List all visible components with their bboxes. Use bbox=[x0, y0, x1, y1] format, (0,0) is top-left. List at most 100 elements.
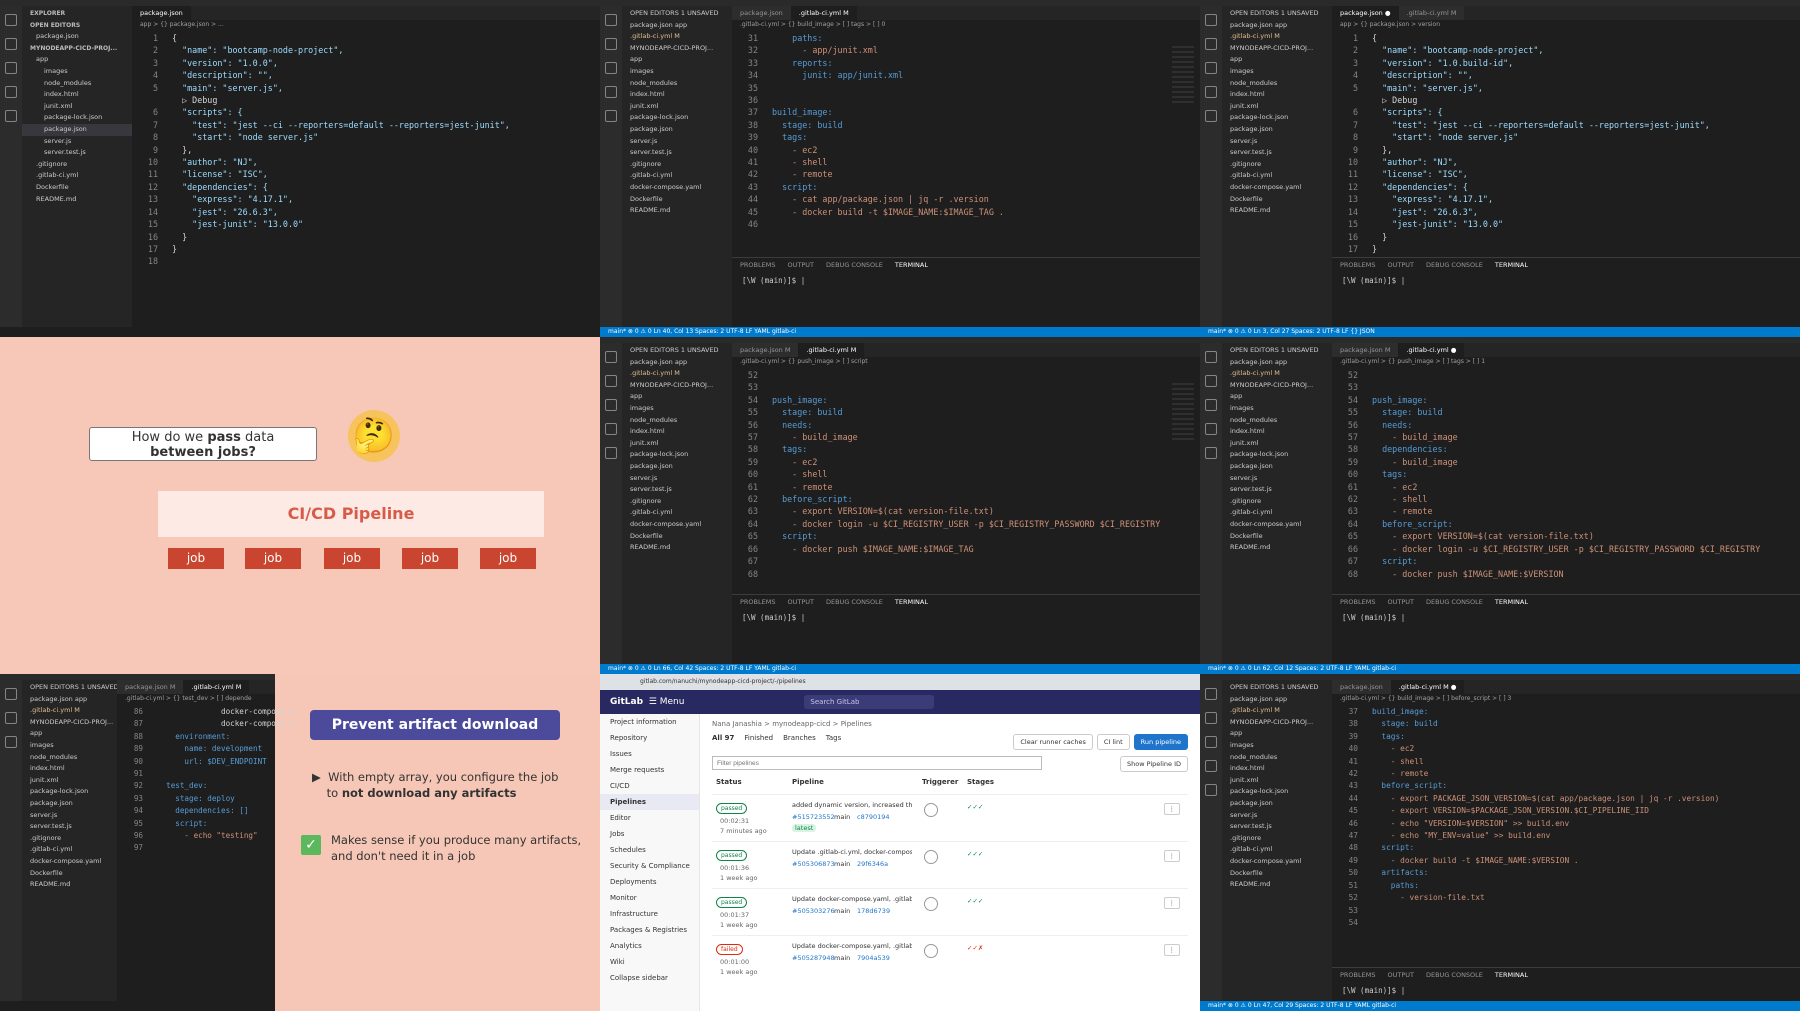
sidebar-item[interactable]: app bbox=[622, 391, 732, 403]
search-icon[interactable] bbox=[5, 38, 17, 50]
sidebar-item[interactable]: package.json app bbox=[622, 357, 732, 369]
sidebar-item[interactable]: package.json bbox=[622, 461, 732, 473]
tab-gitlab-ci[interactable]: .gitlab-ci.yml M bbox=[790, 6, 857, 20]
sidebar-item[interactable]: server.test.js bbox=[622, 147, 732, 159]
code-line[interactable]: 9 }, bbox=[1332, 144, 1800, 156]
tree-item[interactable]: images bbox=[22, 66, 132, 78]
tree-item[interactable]: Dockerfile bbox=[22, 182, 132, 194]
sidebar-item[interactable]: server.js bbox=[22, 810, 117, 822]
tree-item[interactable]: server.js bbox=[22, 136, 132, 148]
sidebar-item[interactable]: Dockerfile bbox=[622, 194, 732, 206]
sidebar-item[interactable]: Repository bbox=[600, 730, 699, 746]
sidebar-item[interactable]: Schedules bbox=[600, 842, 699, 858]
project-folder[interactable]: MYNODEAPP-CICD-PROJ... bbox=[22, 43, 132, 55]
sidebar-item[interactable]: Dockerfile bbox=[1222, 531, 1332, 543]
sidebar-item[interactable]: junit.xml bbox=[22, 775, 117, 787]
code-line[interactable]: 65 - export VERSION=$(cat version-file.t… bbox=[1332, 530, 1800, 542]
sidebar-item[interactable]: .gitignore bbox=[1222, 159, 1332, 171]
code-line[interactable]: 44 - export PACKAGE_JSON_VERSION=$(cat a… bbox=[1332, 793, 1800, 805]
tab-problems[interactable]: PROBLEMS bbox=[1340, 971, 1375, 979]
sidebar-item[interactable]: package.json bbox=[1222, 124, 1332, 136]
pipeline-row[interactable]: failed 00:01:00 1 week ago Update docker-co… bbox=[712, 935, 1188, 982]
sidebar-item[interactable]: .gitlab-ci.yml bbox=[22, 844, 117, 856]
sidebar-item[interactable]: app bbox=[22, 728, 117, 740]
code-area[interactable]: 31 paths: 32 - app/junit.xml 33 reports: 34… bbox=[732, 30, 1200, 231]
sidebar-item[interactable]: images bbox=[622, 66, 732, 78]
sidebar-item[interactable]: server.js bbox=[1222, 473, 1332, 485]
tab-package-json[interactable]: package.json bbox=[132, 6, 191, 20]
tab-gitlab-ci[interactable]: .gitlab-ci.yml M bbox=[1398, 6, 1465, 20]
tree-item[interactable]: index.html bbox=[22, 89, 132, 101]
code-line[interactable]: 64 - docker login -u $CI_REGISTRY_USER -… bbox=[732, 518, 1200, 530]
branch-name[interactable]: main bbox=[834, 813, 850, 821]
code-line[interactable]: 56 needs: bbox=[1332, 419, 1800, 431]
sidebar-item[interactable]: node_modules bbox=[1222, 78, 1332, 90]
tab-debug-console[interactable]: DEBUG CONSOLE bbox=[826, 598, 883, 606]
code-line[interactable]: 18 bbox=[132, 255, 600, 267]
code-line[interactable]: 46 - echo "VERSION=$VERSION" >> build.en… bbox=[1332, 818, 1800, 830]
sidebar-item[interactable]: README.md bbox=[1222, 205, 1332, 217]
code-line[interactable]: 53 bbox=[1332, 905, 1800, 917]
code-line[interactable]: 5 "main": "server.js", bbox=[132, 82, 600, 94]
sidebar-item[interactable]: docker-compose.yaml bbox=[22, 856, 117, 868]
code-line[interactable]: 14 "jest": "26.6.3", bbox=[1332, 206, 1800, 218]
tree-item[interactable]: README.md bbox=[22, 194, 132, 206]
sidebar-item[interactable]: package.json bbox=[1222, 798, 1332, 810]
status-badge[interactable]: passed bbox=[716, 897, 748, 908]
code-line[interactable]: 34 junit: app/junit.xml bbox=[732, 69, 1200, 81]
sidebar-item[interactable]: Dockerfile bbox=[22, 868, 117, 880]
code-line[interactable]: 2 "name": "bootcamp-node-project", bbox=[132, 44, 600, 56]
code-line[interactable]: 55 stage: build bbox=[732, 406, 1200, 418]
tree-item[interactable]: junit.xml bbox=[22, 101, 132, 113]
code-line[interactable]: 45 - docker build -t $IMAGE_NAME:$IMAGE_… bbox=[732, 206, 1200, 218]
code-line[interactable]: 8 "start": "node server.js" bbox=[1332, 131, 1800, 143]
sidebar-item[interactable]: .gitlab-ci.yml M bbox=[22, 705, 117, 717]
code-line[interactable]: 5 "main": "server.js", bbox=[1332, 82, 1800, 94]
sidebar-item[interactable]: node_modules bbox=[622, 78, 732, 90]
code-line[interactable]: 36 bbox=[732, 94, 1200, 106]
code-line[interactable]: 3 "version": "1.0.build-id", bbox=[1332, 57, 1800, 69]
extensions-icon[interactable] bbox=[1205, 110, 1217, 122]
search-input[interactable]: Search GitLab bbox=[804, 694, 935, 709]
extensions-icon[interactable] bbox=[605, 447, 617, 459]
more-actions-icon[interactable]: ⋮ bbox=[1163, 897, 1180, 909]
pipeline-row[interactable]: passed 00:02:31 7 minutes ago added dynamic… bbox=[712, 794, 1188, 841]
commit-sha[interactable]: 7904a539 bbox=[857, 954, 890, 962]
tab-output[interactable]: OUTPUT bbox=[787, 598, 814, 606]
commit-title[interactable]: Update .gitlab-ci.yml, docker-compose.ya… bbox=[792, 848, 912, 856]
code-line[interactable]: 14 "jest": "26.6.3", bbox=[132, 206, 600, 218]
commit-title[interactable]: Update docker-compose.yaml, .gitlab-ci.y… bbox=[792, 895, 912, 903]
commit-title[interactable]: added dynamic version, increased the pat… bbox=[792, 801, 912, 809]
source-control-icon[interactable] bbox=[1205, 62, 1217, 74]
code-line[interactable]: 65 script: bbox=[732, 530, 1200, 542]
triggerer-avatar[interactable] bbox=[924, 850, 938, 864]
files-icon[interactable] bbox=[1205, 351, 1217, 363]
code-line[interactable]: 17} bbox=[132, 243, 600, 255]
sidebar-item[interactable]: Monitor bbox=[600, 890, 699, 906]
sidebar-item[interactable]: index.html bbox=[1222, 426, 1332, 438]
code-area[interactable]: 86 docker-compose d 87 docker-compose u 88… bbox=[117, 704, 294, 855]
code-line[interactable]: 52 bbox=[1332, 369, 1800, 381]
sidebar-item[interactable]: junit.xml bbox=[622, 101, 732, 113]
sidebar-item[interactable]: junit.xml bbox=[1222, 438, 1332, 450]
code-line[interactable]: 11 "license": "ISC", bbox=[1332, 168, 1800, 180]
sidebar-item[interactable]: index.html bbox=[1222, 763, 1332, 775]
code-line[interactable]: 43 script: bbox=[732, 181, 1200, 193]
tab-package-json[interactable]: package.json M bbox=[732, 343, 799, 357]
sidebar-item[interactable]: README.md bbox=[622, 542, 732, 554]
code-line[interactable]: 53 bbox=[1332, 381, 1800, 393]
code-line[interactable]: 54 push_image: bbox=[1332, 394, 1800, 406]
triggerer-avatar[interactable] bbox=[924, 944, 938, 958]
tree-item[interactable]: package-lock.json bbox=[22, 112, 132, 124]
code-line[interactable]: 13 "express": "4.17.1", bbox=[1332, 193, 1800, 205]
sidebar-item[interactable]: .gitlab-ci.yml bbox=[1222, 844, 1332, 856]
code-line[interactable]: 38 stage: build bbox=[732, 119, 1200, 131]
files-icon[interactable] bbox=[605, 14, 617, 26]
sidebar-item[interactable]: Collapse sidebar bbox=[600, 970, 699, 986]
commit-sha[interactable]: 29f6346a bbox=[857, 860, 888, 868]
tab-debug-console[interactable]: DEBUG CONSOLE bbox=[826, 261, 883, 269]
sidebar-item[interactable]: .gitlab-ci.yml M bbox=[1222, 31, 1332, 43]
commit-title[interactable]: Update docker-compose.yaml, .gitlab-ci.y… bbox=[792, 942, 912, 950]
terminal-prompt[interactable]: [\W (main)]$ | bbox=[732, 272, 1200, 289]
code-line[interactable]: 63 - export VERSION=$(cat version-file.t… bbox=[732, 505, 1200, 517]
